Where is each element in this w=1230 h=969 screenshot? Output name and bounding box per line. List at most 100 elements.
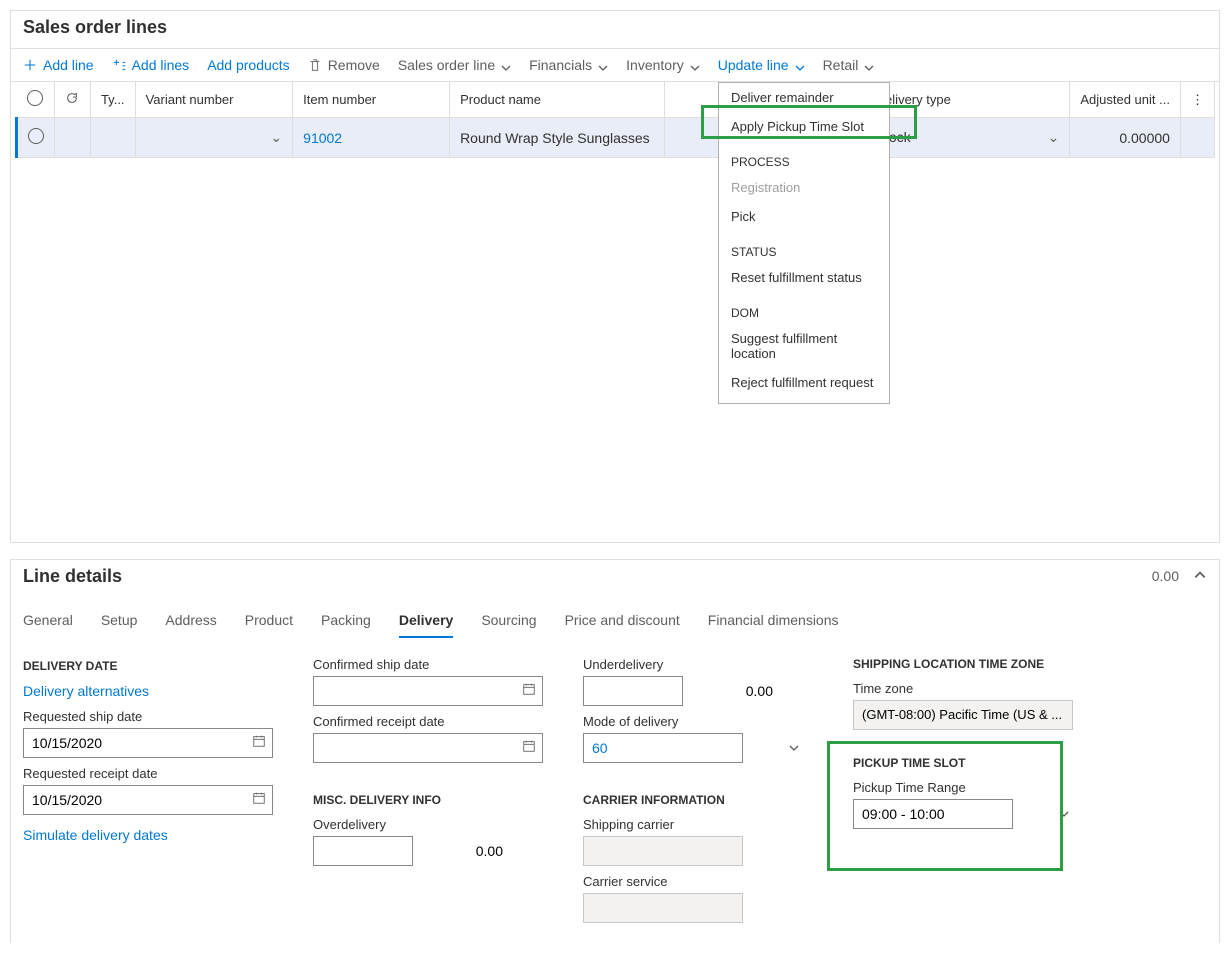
inventory-label: Inventory — [626, 57, 684, 73]
calendar-icon[interactable] — [516, 739, 542, 756]
col-delivery-type[interactable]: Delivery type — [865, 82, 1070, 118]
input-req-receipt-date[interactable] — [23, 785, 273, 815]
pickup-range-field[interactable] — [854, 802, 1051, 826]
col-more[interactable]: ⋮ — [1180, 82, 1214, 118]
section-shipping-tz: SHIPPING LOCATION TIME ZONE — [853, 657, 1083, 671]
select-all-header[interactable] — [17, 82, 55, 118]
menu-header-dom: DOM — [719, 292, 889, 324]
chevron-down-icon — [864, 60, 874, 70]
col-variant-number[interactable]: Variant number — [135, 82, 293, 118]
calendar-icon[interactable] — [246, 791, 272, 808]
input-overdelivery[interactable] — [313, 836, 413, 866]
row-variant[interactable]: ⌄ — [135, 118, 293, 158]
add-line-button[interactable]: Add line — [23, 57, 94, 73]
menu-reset-fulfillment[interactable]: Reset fulfillment status — [719, 263, 889, 292]
chevron-down-icon — [501, 60, 511, 70]
row-more — [1180, 118, 1214, 158]
row-product-name[interactable]: Round Wrap Style Sunglasses — [450, 118, 664, 158]
order-lines-toolbar: Add line Add lines Add products Remove S… — [11, 49, 1219, 82]
conf-receipt-date-field[interactable] — [314, 736, 516, 760]
menu-pick[interactable]: Pick — [719, 202, 889, 231]
row-type[interactable] — [90, 118, 135, 158]
update-line-label: Update line — [718, 57, 789, 73]
calendar-icon[interactable] — [246, 734, 272, 751]
delivery-form: DELIVERY DATE Delivery alternatives Requ… — [11, 643, 1219, 943]
label-pickup-range: Pickup Time Range — [853, 780, 1083, 795]
financials-dropdown[interactable]: Financials — [529, 57, 608, 73]
req-receipt-date-field[interactable] — [24, 788, 246, 812]
input-carrier-service — [583, 893, 743, 923]
row-item-number[interactable]: 91002 — [293, 118, 450, 158]
row-select[interactable] — [17, 118, 55, 158]
chevron-down-icon[interactable]: ⌄ — [1048, 129, 1060, 146]
update-line-dropdown[interactable]: Update line — [718, 57, 805, 73]
col-product-name[interactable]: Product name — [450, 82, 664, 118]
underdelivery-field[interactable] — [584, 679, 781, 703]
input-conf-ship-date[interactable] — [313, 676, 543, 706]
col-type[interactable]: Ty... — [90, 82, 135, 118]
tab-product[interactable]: Product — [245, 612, 293, 638]
remove-button[interactable]: Remove — [308, 57, 380, 73]
conf-ship-date-field[interactable] — [314, 679, 516, 703]
chevron-down-icon[interactable] — [1051, 809, 1077, 819]
chevron-down-icon[interactable]: ⌄ — [270, 129, 282, 145]
chevron-up-icon[interactable] — [1193, 568, 1207, 585]
remove-label: Remove — [328, 57, 380, 73]
add-products-button[interactable]: Add products — [207, 57, 290, 73]
chevron-down-icon[interactable] — [781, 743, 807, 753]
carrier-service-field — [584, 896, 781, 920]
add-lines-button[interactable]: Add lines — [112, 57, 190, 73]
tab-address[interactable]: Address — [165, 612, 216, 638]
link-delivery-alternatives[interactable]: Delivery alternatives — [23, 683, 273, 699]
menu-suggest-location[interactable]: Suggest fulfillment location — [719, 324, 889, 368]
section-misc: MISC. DELIVERY INFO — [313, 793, 543, 807]
input-conf-receipt-date[interactable] — [313, 733, 543, 763]
menu-reject-request[interactable]: Reject fulfillment request — [719, 368, 889, 397]
sales-order-lines-panel: Sales order lines Add line Add lines Add… — [10, 10, 1220, 543]
tab-general[interactable]: General — [23, 612, 73, 638]
menu-deliver-remainder[interactable]: Deliver remainder — [719, 83, 889, 112]
label-req-ship-date: Requested ship date — [23, 709, 273, 724]
plus-lines-icon — [112, 58, 126, 72]
menu-apply-pickup-time-slot[interactable]: Apply Pickup Time Slot — [719, 112, 889, 141]
col-adjusted-unit[interactable]: Adjusted unit ... — [1070, 82, 1181, 118]
row-adjusted-unit[interactable]: 0.00000 — [1070, 118, 1181, 158]
col-delivery-date: DELIVERY DATE Delivery alternatives Requ… — [23, 657, 273, 923]
input-pickup-range[interactable] — [853, 799, 1013, 829]
menu-header-process: PROCESS — [719, 141, 889, 173]
tab-packing[interactable]: Packing — [321, 612, 371, 638]
chevron-down-icon — [598, 60, 608, 70]
add-line-label: Add line — [43, 57, 94, 73]
tab-delivery[interactable]: Delivery — [399, 612, 453, 638]
label-underdelivery: Underdelivery — [583, 657, 813, 672]
tab-sourcing[interactable]: Sourcing — [481, 612, 536, 638]
line-details-header: Line details 0.00 — [11, 560, 1219, 598]
line-details-amount: 0.00 — [1152, 568, 1179, 584]
refresh-header[interactable] — [55, 82, 91, 118]
line-details-panel: Line details 0.00 General Setup Address … — [10, 559, 1220, 943]
col-item-number[interactable]: Item number — [293, 82, 450, 118]
calendar-icon[interactable] — [516, 682, 542, 699]
input-underdelivery[interactable] — [583, 676, 683, 706]
req-ship-date-field[interactable] — [24, 731, 246, 755]
mode-delivery-field[interactable] — [584, 736, 781, 760]
label-mode-delivery: Mode of delivery — [583, 714, 813, 729]
sales-order-line-dropdown[interactable]: Sales order line — [398, 57, 511, 73]
row-refresh — [55, 118, 91, 158]
order-lines-grid-wrap: Ty... Variant number Item number Product… — [11, 82, 1219, 542]
retail-label: Retail — [823, 57, 859, 73]
chevron-down-icon — [795, 60, 805, 70]
inventory-dropdown[interactable]: Inventory — [626, 57, 700, 73]
tab-financial-dimensions[interactable]: Financial dimensions — [708, 612, 839, 638]
retail-dropdown[interactable]: Retail — [823, 57, 875, 73]
tab-setup[interactable]: Setup — [101, 612, 138, 638]
overdelivery-field[interactable] — [314, 839, 511, 863]
input-mode-delivery[interactable] — [583, 733, 743, 763]
sales-order-lines-title: Sales order lines — [11, 11, 1219, 49]
link-simulate-dates[interactable]: Simulate delivery dates — [23, 827, 273, 843]
financials-label: Financials — [529, 57, 592, 73]
tab-price-discount[interactable]: Price and discount — [565, 612, 680, 638]
input-req-ship-date[interactable] — [23, 728, 273, 758]
row-delivery-type[interactable]: Stock ⌄ — [865, 118, 1070, 158]
table-row[interactable]: ⌄ 91002 Round Wrap Style Sunglasses Stoc… — [17, 118, 1215, 158]
